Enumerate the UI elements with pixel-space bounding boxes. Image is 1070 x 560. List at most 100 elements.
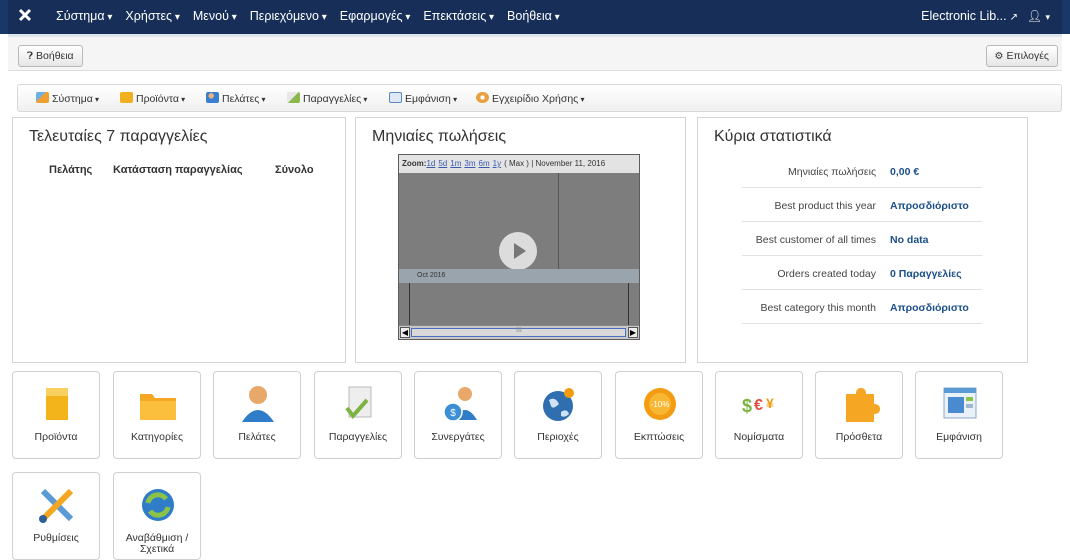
stat-value: Απροσδιόριστο [890,200,969,212]
stat-value: No data [890,234,929,246]
tile-update-about[interactable]: Αναβάθμιση / Σχετικά [113,472,201,560]
menu-content[interactable]: Περιεχόμενο [250,9,327,23]
zoom-bar: Zoom:1d 5d 1m 3m 6m 1y( Max ) | November 11, … [399,155,639,173]
help-button[interactable]: ❓︎ Βοήθεια [18,45,83,67]
toolbar-item-system[interactable]: Σύστημα [36,92,99,105]
tile-label: Εκπτώσεις [633,431,685,443]
currency-icon: $ € ¥ [742,395,774,416]
tile-orders[interactable]: Παραγγελίες [314,371,402,459]
stat-row: Best customer of all times No data [742,222,982,256]
box-icon [46,388,68,420]
stat-key: Best category this month [760,302,876,314]
users-icon [206,92,219,103]
toolbar-item-label: Πελάτες [222,93,266,105]
toolbar-item-label: Εμφάνιση [405,93,457,105]
chart-date: | November 11, 2016 [531,159,606,168]
options-button-label: Επιλογές [1006,50,1049,62]
tile-discounts[interactable]: -10% Εκπτώσεις [615,371,703,459]
stat-row: Best category this month Απροσδιόριστο [742,290,982,324]
menu-extensions[interactable]: Επεκτάσεις [423,9,494,23]
menu-users[interactable]: Χρήστες [125,9,179,23]
chevron-down-icon: ▾ [1045,12,1050,22]
stat-value: 0 Παραγγελίες [890,268,962,280]
tile-products[interactable]: Προϊόντα [12,371,100,459]
tile-currencies[interactable]: $ € ¥ Νομίσματα [715,371,803,459]
chart-cursor-line [558,173,559,269]
zoom-max[interactable]: ( Max ) [504,159,529,168]
stat-key: Best customer of all times [755,234,876,246]
options-button[interactable]: ⚙ Επιλογές [985,45,1058,67]
orders-icon [287,92,300,103]
chart-scrollbar[interactable]: ◀ III ▶ [399,325,639,339]
toolbar-item-orders[interactable]: Παραγγελίες [287,92,367,105]
column-total: Σύνολο [275,164,314,176]
box-icon [120,92,133,103]
play-icon[interactable] [499,232,537,270]
tile-categories[interactable]: Κατηγορίες [113,371,201,459]
site-link[interactable]: Electronic Lib... ↗ [921,9,1018,23]
stat-key: Μηνιαίες πωλήσεις [788,166,876,178]
help-button-label: Βοήθεια [36,50,74,62]
zoom-5d[interactable]: 5d [438,159,447,168]
tile-label: Ρυθμίσεις [33,532,79,544]
zoom-6m[interactable]: 6m [479,159,490,168]
tile-label: Προϊόντα [34,431,78,443]
zoom-1d[interactable]: 1d [426,159,435,168]
site-name: Electronic Lib... [921,9,1007,23]
toolbar-item-label: Παραγγελίες [303,93,367,105]
menu-components[interactable]: Εφαρμογές [340,9,411,23]
svg-text:$: $ [450,408,456,419]
tile-partners[interactable]: $ Συνεργάτες [414,371,502,459]
tile-customers[interactable]: Πελάτες [213,371,301,459]
tile-label: Συνεργάτες [431,431,485,443]
tile-appearance[interactable]: Εμφάνιση [915,371,1003,459]
menu-menus[interactable]: Μενού [193,9,237,23]
zoom-1y[interactable]: 1y [493,159,501,168]
zoom-3m[interactable]: 3m [464,159,475,168]
toolbar-item-customers[interactable]: Πελάτες [206,92,266,105]
tile-label: Πρόσθετα [835,431,883,443]
tile-regions[interactable]: Περιοχές [514,371,602,459]
tile-label: Πελάτες [238,431,276,443]
folder-icon [140,394,176,420]
customer-icon [242,386,274,422]
joomla-logo-icon[interactable] [18,8,32,22]
tile-label: Παραγγελίες [328,431,388,443]
update-icon [142,489,174,521]
menu-system[interactable]: Σύστημα [56,9,112,23]
tile-label: Περιοχές [537,431,579,443]
gear-icon: ⚙ [994,51,1004,62]
discount-icon: -10% [644,388,676,420]
latest-orders-title: Τελευταίες 7 παραγγελίες [29,128,208,145]
sales-chart-player[interactable]: Zoom:1d 5d 1m 3m 6m 1y( Max ) | November 11, … [398,154,640,340]
stat-key: Orders created today [777,268,876,280]
layout-icon [389,92,402,103]
toolbar-item-label: Προϊόντα [136,93,185,105]
scroll-left-icon[interactable]: ◀ [400,327,410,338]
toolbar-item-label: Σύστημα [52,93,99,105]
main-stats-panel: Κύρια στατιστικά Μηνιαίες πωλήσεις 0,00 €… [697,117,1028,363]
tile-label: Αναβάθμιση / Σχετικά [125,532,189,555]
toolbar-item-label: Εγχειρίδιο Χρήσης [492,93,584,105]
top-navbar: Σύστημα Χρήστες Μενού Περιεχόμενο Εφαρμο… [0,0,1070,34]
chart-date-band: Oct 2016 [399,269,639,283]
monthly-sales-title: Μηνιαίες πωλήσεις [372,128,507,145]
user-menu[interactable]: 👤︎ ▾ [1027,9,1050,23]
latest-orders-panel: Τελευταίες 7 παραγγελίες Πελάτης Κατάστα… [12,117,346,363]
toolbar-item-products[interactable]: Προϊόντα [120,92,185,105]
user-icon: 👤︎ [1026,9,1043,23]
tile-label: Νομίσματα [733,431,785,443]
toolbar-item-appearance[interactable]: Εμφάνιση [389,92,457,105]
menu-help[interactable]: Βοήθεια [507,9,560,23]
stat-value: 0,00 € [890,166,920,178]
tile-settings[interactable]: Ρυθμίσεις [12,472,100,560]
scroll-grip: III [516,327,522,334]
chart-range-selector[interactable] [409,283,629,325]
partners-icon: $ [443,387,477,422]
tile-addons[interactable]: Πρόσθετα [815,371,903,459]
orders-icon [345,386,372,420]
toolbar-item-manual[interactable]: Εγχειρίδιο Χρήσης [476,92,584,105]
puzzle-icon [846,388,880,422]
zoom-1m[interactable]: 1m [450,159,461,168]
scroll-right-icon[interactable]: ▶ [628,327,638,338]
